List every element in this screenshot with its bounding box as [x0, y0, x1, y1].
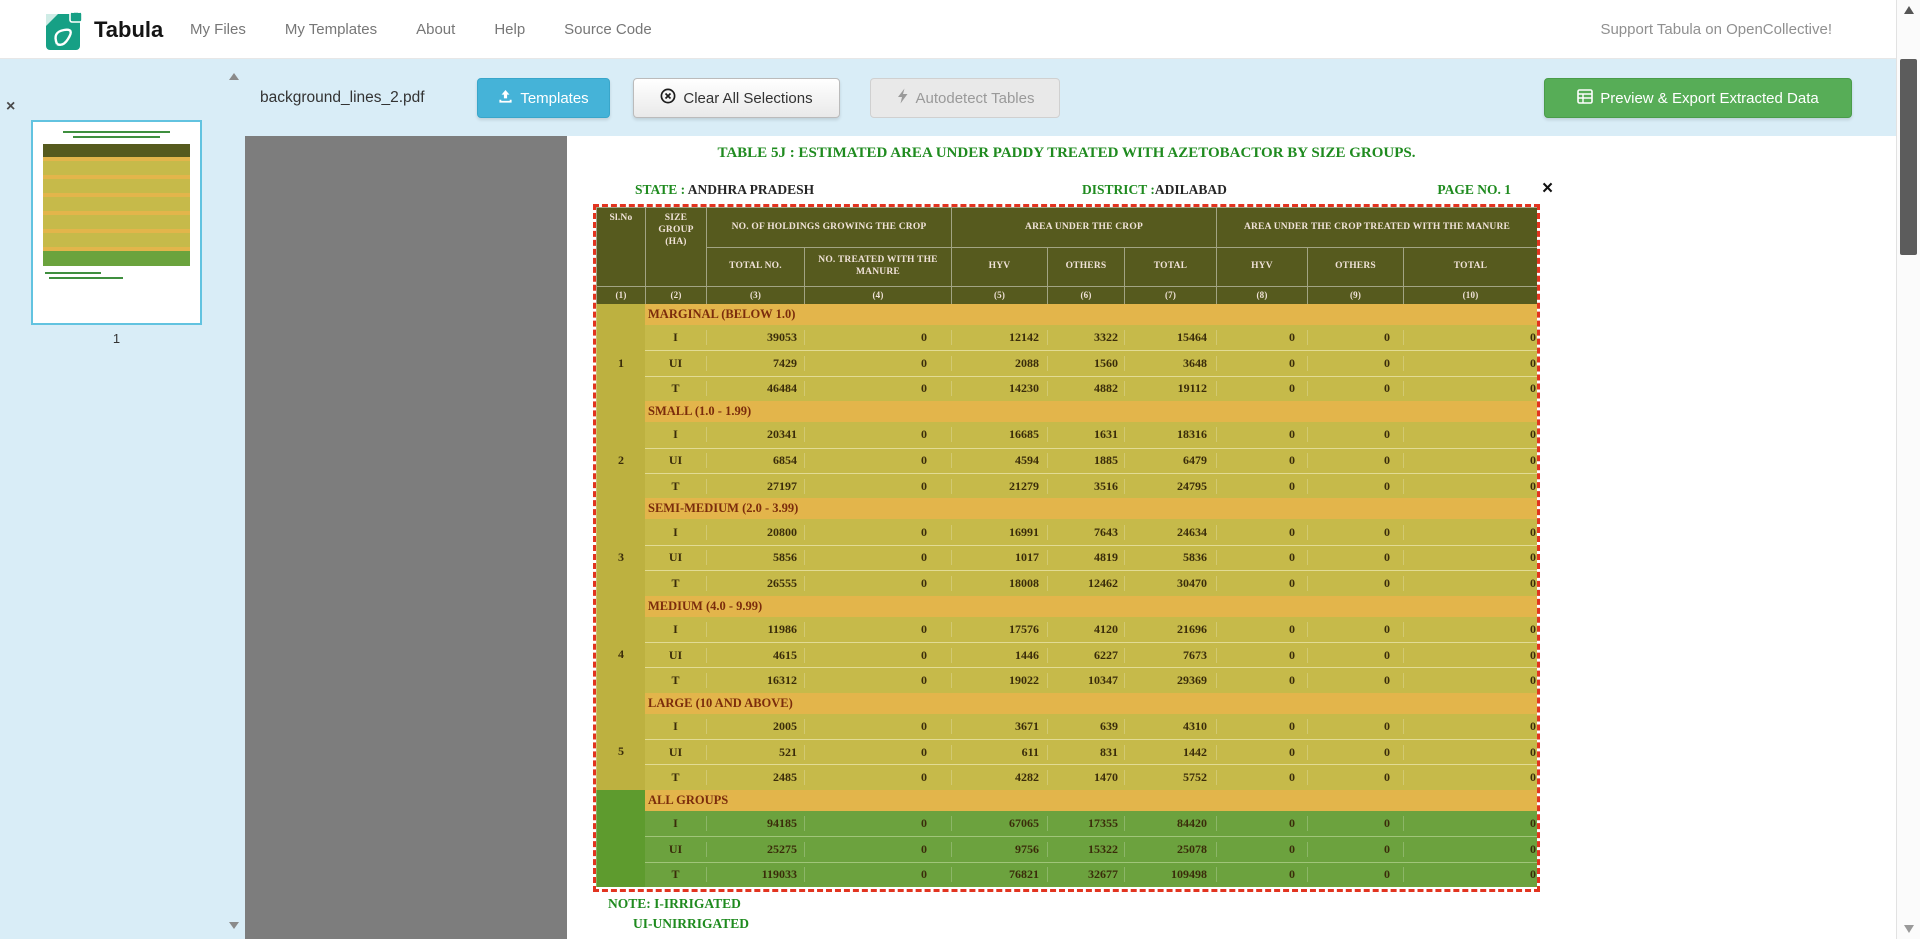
document-area: TABLE 5J : ESTIMATED AREA UNDER PADDY TR… [245, 136, 1896, 939]
lightning-icon [896, 88, 909, 108]
menu-item-my-templates[interactable]: My Templates [285, 21, 377, 38]
state-value: ANDHRA PRADESH [688, 182, 814, 197]
table-selection-box[interactable] [593, 204, 1540, 892]
navbar: Tabula My Files My Templates About Help … [0, 0, 1920, 59]
remove-page-icon[interactable]: × [6, 99, 15, 115]
brand-title[interactable]: Tabula [94, 0, 163, 59]
main-menu: My Files My Templates About Help Source … [190, 0, 652, 59]
note-line-2: UI-UNIRRIGATED [633, 916, 749, 932]
page-number-label: 1 [31, 331, 202, 346]
menu-item-source-code[interactable]: Source Code [564, 21, 652, 38]
preview-export-button[interactable]: Preview & Export Extracted Data [1544, 78, 1852, 118]
state-label: STATE : [635, 182, 685, 197]
pdf-meta-row: STATE : ANDHRA PRADESH DISTRICT :ADILABA… [596, 182, 1537, 202]
circle-x-icon [660, 88, 676, 108]
pdf-page[interactable]: TABLE 5J : ESTIMATED AREA UNDER PADDY TR… [567, 136, 1896, 939]
menu-item-about[interactable]: About [416, 21, 455, 38]
menu-item-help[interactable]: Help [494, 21, 525, 38]
templates-button-label: Templates [520, 90, 588, 107]
page-thumbnail[interactable] [31, 120, 202, 325]
district-field: DISTRICT :ADILABAD [1082, 182, 1227, 198]
sidebar-scroll-down-icon[interactable] [229, 922, 239, 929]
tabula-app: Tabula My Files My Templates About Help … [0, 0, 1920, 939]
page-list-sidebar: × 1 [0, 59, 245, 939]
thumbnail-preview [33, 131, 200, 279]
tabula-logo-icon[interactable] [44, 8, 86, 52]
main-scrollbar[interactable] [1896, 0, 1920, 939]
selection-close-icon[interactable]: × [1542, 180, 1553, 198]
support-link[interactable]: Support Tabula on OpenCollective! [1600, 0, 1832, 59]
scroll-down-icon[interactable] [1904, 925, 1914, 933]
note-line-1: NOTE: I-IRRIGATED [608, 896, 741, 912]
district-value: ADILABAD [1155, 182, 1227, 197]
templates-button[interactable]: Templates [477, 78, 610, 118]
clear-all-selections-button[interactable]: Clear All Selections [633, 78, 840, 118]
sidebar-scroll-up-icon[interactable] [229, 73, 239, 80]
export-button-label: Preview & Export Extracted Data [1600, 90, 1818, 107]
district-label: DISTRICT : [1082, 182, 1155, 197]
menu-item-my-files[interactable]: My Files [190, 21, 246, 38]
toolbar: background_lines_2.pdf Templates Clear A… [0, 59, 1896, 136]
scroll-up-icon[interactable] [1904, 6, 1914, 14]
pdf-table-title: TABLE 5J : ESTIMATED AREA UNDER PADDY TR… [596, 145, 1537, 162]
page-no-label: PAGE NO. 1 [1437, 182, 1511, 198]
scrollbar-thumb[interactable] [1900, 59, 1917, 255]
autodetect-tables-button[interactable]: Autodetect Tables [870, 78, 1060, 118]
document-filename: background_lines_2.pdf [260, 59, 425, 136]
table-list-icon [1577, 89, 1593, 108]
state-field: STATE : ANDHRA PRADESH [635, 182, 814, 198]
autodetect-button-label: Autodetect Tables [916, 90, 1035, 107]
clear-button-label: Clear All Selections [683, 90, 812, 107]
templates-icon [498, 89, 513, 108]
